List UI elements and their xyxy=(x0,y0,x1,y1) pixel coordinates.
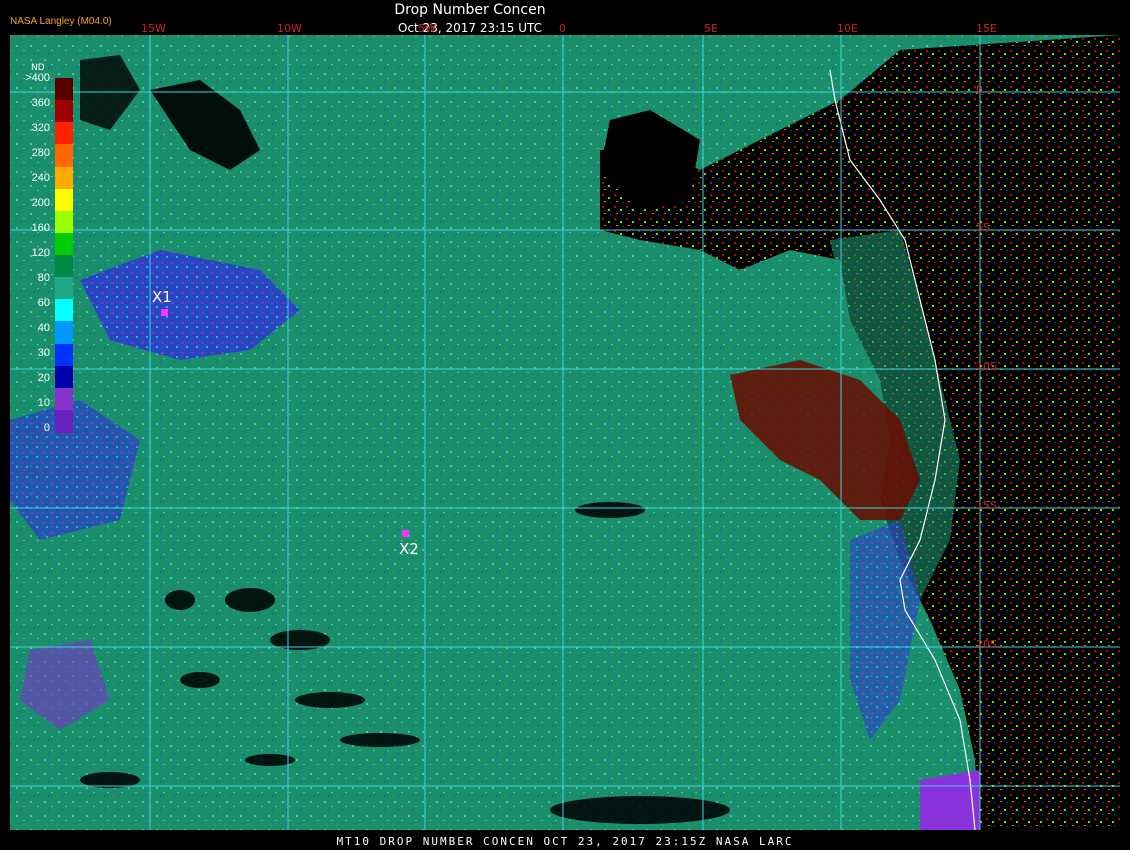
marker-x2-label: X2 xyxy=(399,540,419,558)
marker-x2-dot xyxy=(402,530,409,537)
satellite-map xyxy=(0,0,1130,850)
legend-color-bar xyxy=(55,78,73,433)
legend-swatch xyxy=(55,299,73,322)
legend-swatch xyxy=(55,409,73,433)
footer-caption: MT10 DROP NUMBER CONCEN OCT 23, 2017 23:… xyxy=(336,835,794,848)
lon-label: 0 xyxy=(559,22,566,35)
marker-x1-label: X1 xyxy=(152,288,172,306)
legend-label: 60 xyxy=(37,297,50,309)
lon-label: 5E xyxy=(704,22,718,35)
legend-label: 0 xyxy=(43,422,50,434)
lon-label: 5W xyxy=(418,22,436,35)
legend-label: 360 xyxy=(31,97,50,109)
legend-swatch xyxy=(55,144,73,167)
legend-swatch xyxy=(55,166,73,190)
legend-swatch xyxy=(55,78,73,101)
lat-label: 0 xyxy=(976,83,983,96)
lon-label: 10E xyxy=(837,22,858,35)
legend-swatch xyxy=(55,100,73,123)
legend-swatch xyxy=(55,255,73,278)
legend-swatch xyxy=(55,210,73,234)
legend-label: 120 xyxy=(31,247,50,259)
legend-label: 30 xyxy=(37,347,50,359)
legend-swatch xyxy=(55,122,73,145)
legend-swatch xyxy=(55,343,73,367)
lon-label: 10W xyxy=(277,22,302,35)
legend-swatch xyxy=(55,387,73,411)
legend-label: 40 xyxy=(37,322,50,334)
legend-label: 240 xyxy=(31,172,50,184)
marker-x1-dot xyxy=(161,309,168,316)
legend-label: >400 xyxy=(25,72,50,84)
legend-label: 280 xyxy=(31,147,50,159)
legend-swatch xyxy=(55,188,73,212)
legend-label: 80 xyxy=(37,272,50,284)
lat-label: 20S xyxy=(976,638,997,651)
lon-label: 15E xyxy=(976,22,997,35)
legend-swatch xyxy=(55,277,73,300)
legend-label: 320 xyxy=(31,122,50,134)
legend-label: 10 xyxy=(37,397,50,409)
legend-label: 200 xyxy=(31,197,50,209)
lat-label: 10S xyxy=(976,360,997,373)
legend-swatch xyxy=(55,321,73,344)
map-title: Drop Number Concen xyxy=(394,2,546,18)
legend-swatch xyxy=(55,232,73,256)
legend-label: 160 xyxy=(31,222,50,234)
lat-label: 15S xyxy=(976,499,997,512)
lon-label: 15W xyxy=(141,22,166,35)
lat-label: 5S xyxy=(976,221,990,234)
legend-label: 20 xyxy=(37,372,50,384)
legend-swatch xyxy=(55,365,73,389)
